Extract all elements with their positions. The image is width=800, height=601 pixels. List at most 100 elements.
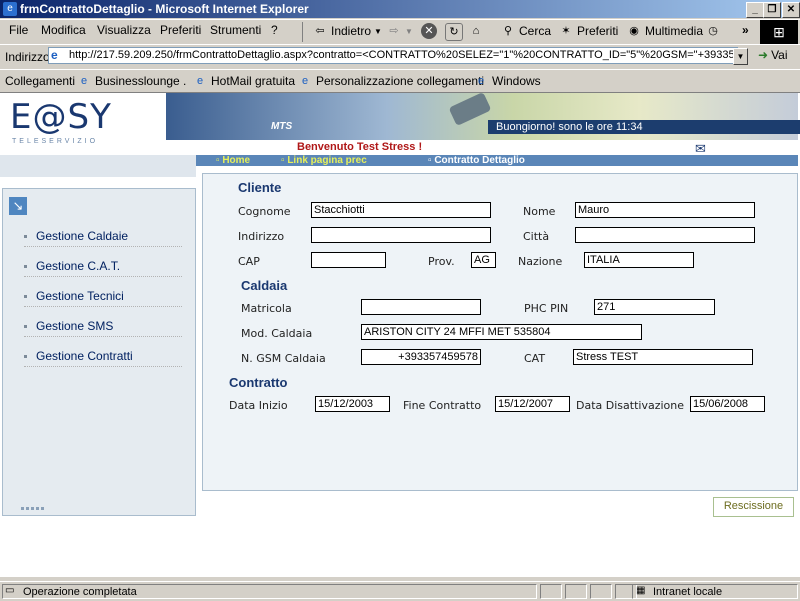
chevron-down-icon: ▼	[405, 26, 413, 36]
citta-label: Città	[523, 230, 550, 243]
links-bar: Collegamenti e Businesslounge . e HotMail …	[0, 69, 800, 93]
sidebar-item-tecnici[interactable]: Gestione Tecnici	[24, 289, 182, 307]
history-icon: ◷	[708, 25, 718, 37]
greeting-strip: Buongiorno! sono le ore 11:34	[488, 120, 800, 134]
page-header: E@SY TELESERVIZIO MTS Buongiorno! sono l…	[0, 93, 800, 156]
cognome-input[interactable]: Stacchiotti	[311, 202, 491, 218]
go-arrow-icon: ➜	[758, 48, 769, 62]
page-icon: e	[301, 75, 309, 87]
prov-input[interactable]: AG	[471, 252, 496, 268]
back-label: Indietro	[331, 24, 372, 38]
link-label: Businesslounge .	[95, 74, 187, 88]
forward-button[interactable]: ⇨ ▼	[386, 23, 413, 39]
favorites-button[interactable]: ✶ Preferiti	[558, 23, 618, 39]
indirizzo-input[interactable]	[311, 227, 491, 243]
go-button[interactable]: ➜ Vai	[758, 48, 788, 62]
sidebar-item-label: Gestione C.A.T.	[36, 259, 121, 273]
back-button[interactable]: ⇦ Indietro ▼	[312, 23, 382, 39]
address-label: Indirizzo	[5, 50, 50, 64]
menu-preferiti[interactable]: Preferiti	[160, 23, 201, 37]
nome-input[interactable]: Mauro	[575, 202, 755, 218]
citta-input[interactable]	[575, 227, 755, 243]
address-input[interactable]: e http://217.59.209.250/frmContrattoDett…	[48, 47, 738, 64]
forward-arrow-icon: ⇨	[389, 25, 399, 37]
bullet-icon	[24, 235, 27, 239]
menu-help[interactable]: ?	[271, 23, 278, 37]
bullet-icon	[24, 355, 27, 359]
status-text: Operazione completata	[23, 586, 137, 598]
page-icon: e	[477, 75, 485, 87]
mod-caldaia-input[interactable]: ARISTON CITY 24 MFFI MET 535804	[361, 324, 642, 340]
maximize-button[interactable]: ❐	[763, 2, 781, 18]
chevron-more-icon[interactable]: »	[742, 23, 749, 37]
link-businesslounge[interactable]: e Businesslounge .	[76, 73, 186, 89]
nav-home-label: Home	[222, 155, 251, 166]
link-personalizzazione[interactable]: e Personalizzazione collegamenti	[297, 73, 484, 89]
phc-pin-label: PHC PIN	[524, 302, 569, 315]
gsm-caldaia-input[interactable]: +393357459578	[361, 349, 481, 365]
refresh-button[interactable]: ↻	[445, 23, 463, 41]
address-dropdown-button[interactable]: ▼	[733, 48, 748, 65]
nav-current: ▫ Contratto Dettaglio	[428, 155, 525, 166]
title-bar: e frmContrattoDettaglio - Microsoft Inte…	[0, 0, 800, 18]
sidebar-item-label: Gestione SMS	[36, 319, 114, 333]
cat-input[interactable]: Stress TEST	[573, 349, 753, 365]
menu-file[interactable]: File	[9, 23, 28, 37]
window-title: frmContrattoDettaglio - Microsoft Intern…	[20, 2, 309, 16]
sidebar-item-caldaie[interactable]: Gestione Caldaie	[24, 229, 182, 247]
cap-label: CAP	[238, 255, 260, 268]
bullet-icon	[24, 325, 27, 329]
nav-back-link[interactable]: ▫ Link pagina prec	[281, 155, 367, 166]
fine-contratto-label: Fine Contratto	[403, 399, 482, 412]
history-button[interactable]: ◷	[705, 23, 721, 39]
nav-home[interactable]: ▫ Home	[216, 155, 250, 166]
mod-caldaia-label: Mod. Caldaia	[241, 327, 313, 340]
zone-text: Intranet locale	[653, 586, 723, 598]
stop-icon: ✕	[421, 23, 437, 39]
menu-visualizza[interactable]: Visualizza	[97, 23, 151, 37]
link-windows[interactable]: e Windows	[473, 73, 541, 89]
indirizzo-label: Indirizzo	[238, 230, 285, 243]
home-button[interactable]: ⌂	[468, 23, 484, 39]
nav-bar: ▫ Home ▫ Link pagina prec ▫ Contratto De…	[196, 155, 798, 166]
welcome-text: Benvenuto Test Stress !	[297, 141, 423, 153]
fine-contratto-input[interactable]: 15/12/2007	[495, 396, 570, 412]
matricola-input[interactable]	[361, 299, 481, 315]
search-button[interactable]: ⚲ Cerca	[500, 23, 551, 39]
chevron-down-icon: ▼	[374, 26, 382, 36]
go-label: Vai	[771, 48, 788, 62]
stop-button[interactable]: ✕	[421, 23, 437, 39]
matricola-label: Matricola	[241, 302, 292, 315]
close-button[interactable]: ✕	[782, 2, 800, 18]
nazione-input[interactable]: ITALIA	[584, 252, 694, 268]
sidebar-item-cat[interactable]: Gestione C.A.T.	[24, 259, 182, 277]
sidebar-top	[0, 155, 196, 177]
prov-label: Prov.	[428, 255, 455, 268]
bullet-icon	[24, 265, 27, 269]
welcome-bar: Benvenuto Test Stress ! ✉	[166, 140, 798, 156]
data-inizio-input[interactable]: 15/12/2003	[315, 396, 390, 412]
gsm-caldaia-label: N. GSM Caldaia	[241, 352, 326, 365]
media-button[interactable]: ◉ Multimedia	[626, 23, 703, 39]
data-disattivazione-label: Data Disattivazione	[576, 399, 684, 412]
menu-strumenti[interactable]: Strumenti	[210, 23, 261, 37]
search-label: Cerca	[519, 24, 552, 38]
windows-logo-icon: ⊞	[760, 20, 798, 44]
nav-back-label: Link pagina prec	[287, 155, 367, 166]
menu-modifica[interactable]: Modifica	[41, 23, 86, 37]
arrow-down-right-icon: ↘	[9, 197, 27, 215]
cap-input[interactable]	[311, 252, 386, 268]
nazione-label: Nazione	[518, 255, 563, 268]
phc-pin-input[interactable]: 271	[594, 299, 715, 315]
data-disattivazione-input[interactable]: 15/06/2008	[690, 396, 765, 412]
phone-image	[448, 93, 492, 127]
link-label: Windows	[492, 74, 541, 88]
sidebar-item-sms[interactable]: Gestione SMS	[24, 319, 182, 337]
link-hotmail[interactable]: e HotMail gratuita	[192, 73, 295, 89]
link-label: HotMail gratuita	[211, 74, 296, 88]
sidebar-item-label: Gestione Caldaie	[36, 229, 129, 243]
minimize-button[interactable]: _	[746, 2, 764, 18]
sidebar-item-contratti[interactable]: Gestione Contratti	[24, 349, 182, 367]
rescissione-button[interactable]: Rescissione	[713, 497, 794, 517]
sidebar-item-label: Gestione Tecnici	[36, 289, 124, 303]
